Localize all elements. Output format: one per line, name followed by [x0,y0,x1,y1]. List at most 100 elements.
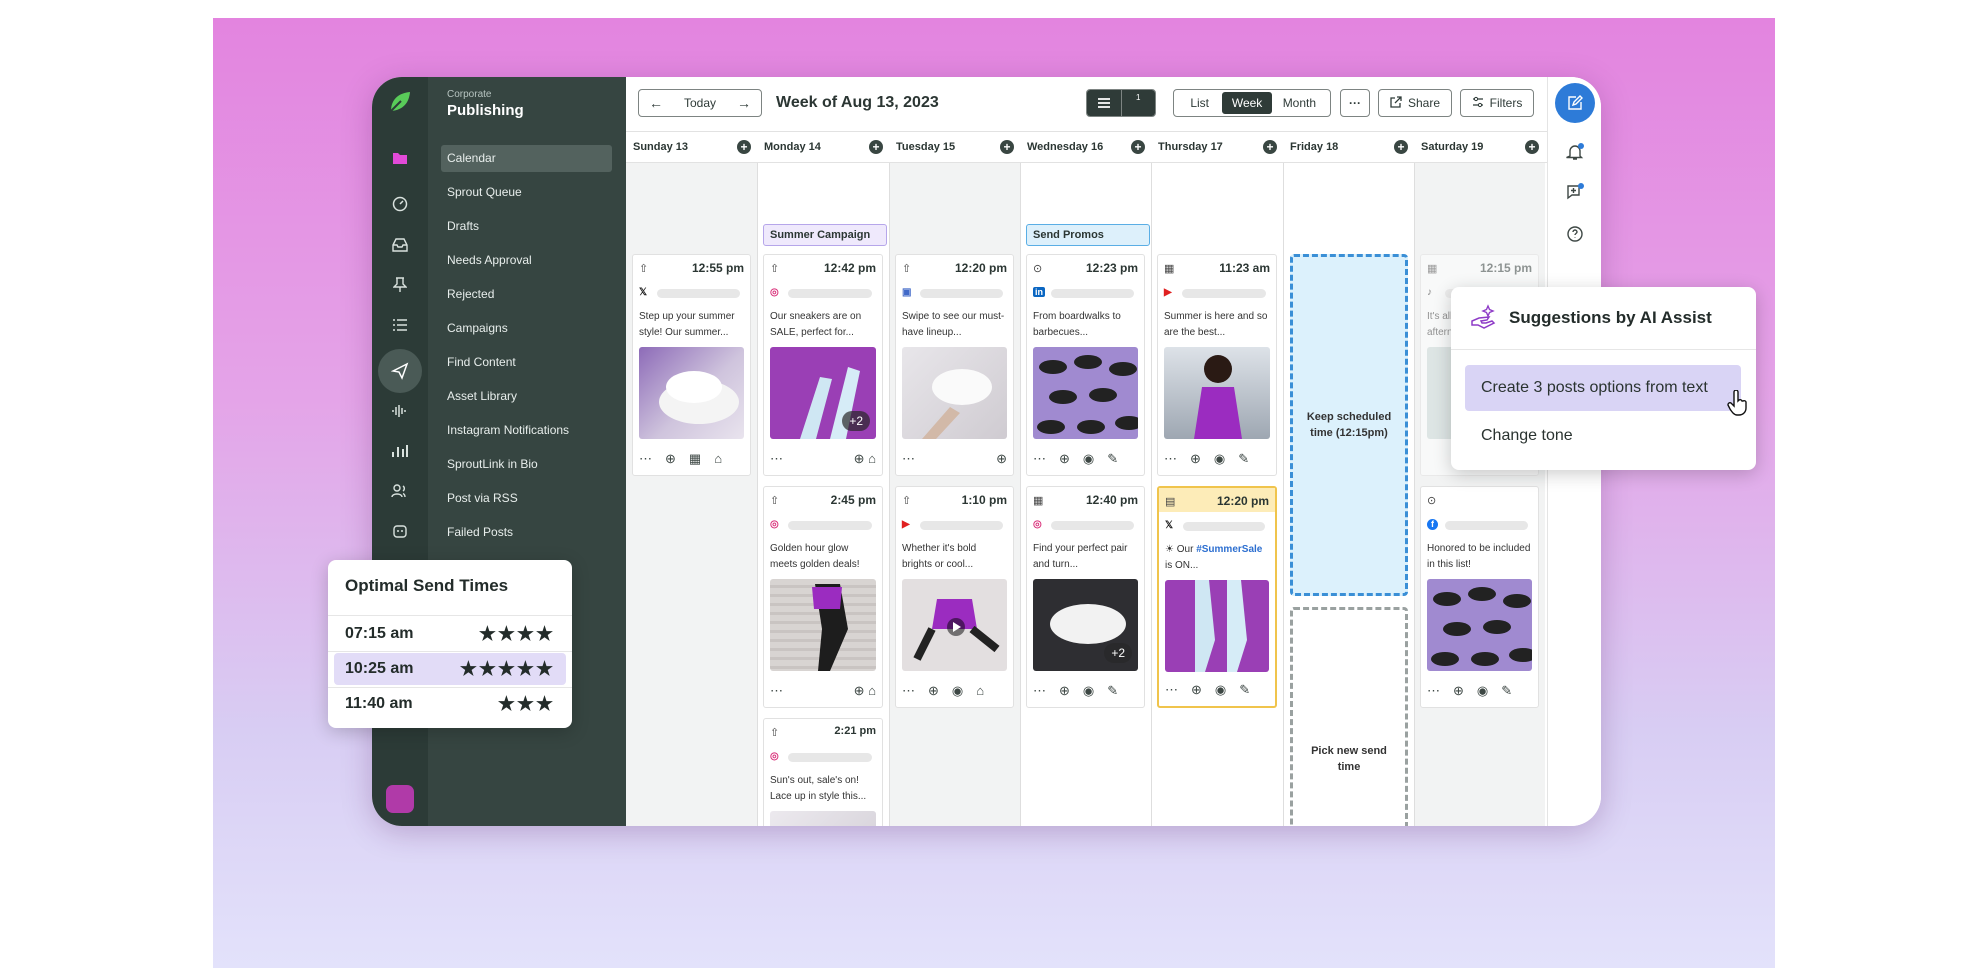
comment-icon[interactable]: ⊕ [1059,451,1070,467]
post-card[interactable]: ⇧ 12:20 pm ▣ Swipe to see our must-have … [895,254,1014,476]
sidebar-item-instagram-notifications[interactable]: Instagram Notifications [441,417,612,444]
sidebar-item-asset-library[interactable]: Asset Library [441,383,612,410]
post-card[interactable]: ▦ 11:23 am ▶ Summer is here and so are t… [1157,254,1277,476]
comment-icon[interactable]: ⊕ [996,451,1007,467]
add-post-icon[interactable]: + [1263,140,1277,154]
arrow-right-icon[interactable]: → [737,95,751,111]
post-card[interactable]: ⊙ 12:23 pm in From boardwalks to barbecu… [1026,254,1145,476]
comment-icon[interactable]: ⊕ [1191,682,1202,698]
gauge-icon[interactable] [382,186,418,222]
post-card-highlighted[interactable]: ▤ 12:20 pm 𝕏 ☀ Our #SummerSale is ON... … [1157,486,1277,708]
more-button[interactable]: ··· [1340,89,1370,117]
share-button[interactable]: Share [1378,89,1452,117]
list-icon[interactable] [382,307,418,343]
workspace-avatar[interactable] [386,785,414,813]
bot-icon[interactable] [382,513,418,549]
comment-icon[interactable]: ⊕ [665,451,676,467]
add-post-icon[interactable]: + [1131,140,1145,154]
eye-icon[interactable]: ◉ [952,683,963,699]
filters-button[interactable]: Filters [1460,89,1534,117]
view-month-button[interactable]: Month [1272,96,1327,110]
more-icon[interactable]: ⋯ [1165,682,1178,698]
send-time-row[interactable]: 07:15 am ★★★★ [334,618,566,650]
more-icon[interactable]: ⋯ [1033,451,1046,467]
campaign-tag-summer[interactable]: Summer Campaign [763,224,887,246]
tag-icon[interactable]: ⌂ [976,683,984,699]
pencil-icon[interactable]: ✎ [1107,451,1118,467]
waveform-icon[interactable] [382,393,418,429]
feedback-icon[interactable] [1566,183,1584,206]
more-icon[interactable]: ⋯ [902,683,915,699]
send-time-row[interactable]: 11:40 am ★★★ [334,688,566,720]
add-post-icon[interactable]: + [1000,140,1014,154]
users-icon[interactable] [382,473,418,509]
arrow-left-icon[interactable]: ← [649,95,663,111]
tag-icon[interactable]: ⌂ [714,451,722,467]
eye-icon[interactable]: ◉ [1477,683,1488,699]
send-time-row-selected[interactable]: 10:25 am ★★★★★ [334,653,566,685]
sidebar-item-rejected[interactable]: Rejected [441,281,612,308]
more-icon[interactable]: ⋯ [770,451,783,467]
sidebar-item-sprout-queue[interactable]: Sprout Queue [441,179,612,206]
send-icon[interactable] [378,349,422,393]
sidebar-item-campaigns[interactable]: Campaigns [441,315,612,342]
help-icon[interactable] [1566,225,1584,248]
post-card[interactable]: ⊙ f Honored to be included in this list!… [1420,486,1539,708]
more-icon[interactable]: ⋯ [770,683,783,699]
comment-icon[interactable]: ⊕ [1059,683,1070,699]
more-icon[interactable]: ⋯ [902,451,915,467]
more-icon[interactable]: ⋯ [1427,683,1440,699]
create-posts-option[interactable]: Create 3 posts options from text [1465,365,1741,411]
campaign-tag-promos[interactable]: Send Promos [1026,224,1150,246]
pencil-icon[interactable]: ✎ [1238,451,1249,467]
post-card[interactable]: ⇧ 2:45 pm ◎ Golden hour glow meets golde… [763,486,883,708]
pencil-icon[interactable]: ✎ [1501,683,1512,699]
add-post-icon[interactable]: + [869,140,883,154]
change-tone-option[interactable]: Change tone [1465,413,1741,459]
eye-icon[interactable]: ◉ [1083,451,1094,467]
today-button[interactable]: Today [684,96,716,110]
tag-icon[interactable]: ⌂ [868,683,876,698]
compact-view-badge[interactable]: 1 [1121,90,1155,116]
comment-icon[interactable]: ⊕ [1453,683,1464,699]
add-post-icon[interactable]: + [1525,140,1539,154]
keep-time-dropzone[interactable]: Keep scheduled time (12:15pm) [1290,254,1408,596]
stacked-view-icon[interactable] [1087,90,1122,116]
post-card[interactable]: ⇧ 12:55 pm 𝕏 Step up your summer style! … [632,254,751,476]
sidebar-item-find-content[interactable]: Find Content [441,349,612,376]
bar-chart-icon[interactable] [382,433,418,469]
comment-icon[interactable]: ⊕ [854,451,865,466]
more-icon[interactable]: ⋯ [1164,451,1177,467]
eye-icon[interactable]: ◉ [1214,451,1225,467]
pencil-icon[interactable]: ✎ [1107,683,1118,699]
compose-icon[interactable] [1555,83,1595,123]
post-card[interactable]: ▦ 12:40 pm ◎ Find your perfect pair and … [1026,486,1145,708]
post-card[interactable]: ⇧ 12:42 pm ◎ Our sneakers are on SALE, p… [763,254,883,476]
new-time-dropzone[interactable]: Pick new send time [1290,607,1408,826]
pin-icon[interactable] [382,267,418,303]
sidebar-item-calendar[interactable]: Calendar [441,145,612,172]
post-card[interactable]: ⇧ 1:10 pm ▶ Whether it's bold brights or… [895,486,1014,708]
inbox-icon[interactable] [382,227,418,263]
sidebar-item-needs-approval[interactable]: Needs Approval [441,247,612,274]
more-icon[interactable]: ⋯ [639,451,652,467]
view-list-button[interactable]: List [1177,96,1222,110]
calendar-icon[interactable]: ▦ [689,451,701,467]
folder-icon[interactable] [382,140,418,176]
bell-icon[interactable] [1566,143,1584,166]
eye-icon[interactable]: ◉ [1083,683,1094,699]
hashtag[interactable]: #SummerSale [1196,544,1262,555]
comment-icon[interactable]: ⊕ [928,683,939,699]
sidebar-item-sproutlink[interactable]: SproutLink in Bio [441,451,612,478]
more-icon[interactable]: ⋯ [1033,683,1046,699]
add-post-icon[interactable]: + [1394,140,1408,154]
sidebar-item-drafts[interactable]: Drafts [441,213,612,240]
add-post-icon[interactable]: + [737,140,751,154]
eye-icon[interactable]: ◉ [1215,682,1226,698]
post-card[interactable]: ⇧ 2:21 pm ◎ Sun's out, sale's on! Lace u… [763,718,883,826]
tag-icon[interactable]: ⌂ [868,451,876,466]
comment-icon[interactable]: ⊕ [1190,451,1201,467]
pencil-icon[interactable]: ✎ [1239,682,1250,698]
sidebar-item-rss[interactable]: Post via RSS [441,485,612,512]
comment-icon[interactable]: ⊕ [854,683,865,698]
